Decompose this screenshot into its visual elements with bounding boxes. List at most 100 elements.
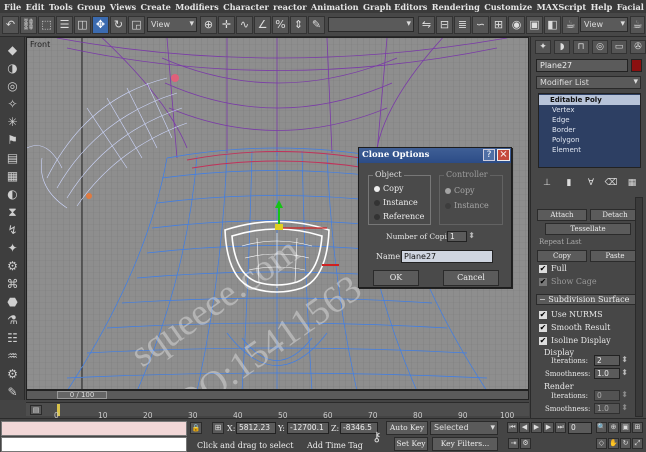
helper-icon[interactable]: ✳ <box>4 115 21 129</box>
rotate-icon[interactable]: ↻ <box>110 16 127 34</box>
layer-manager-icon[interactable]: ≣ <box>454 16 471 34</box>
add-time-tag[interactable]: Add Time Tag <box>307 441 363 450</box>
render-type-dropdown[interactable]: View <box>580 17 628 32</box>
zoom-all-icon[interactable]: ⊕ <box>608 422 619 433</box>
zoom-extents-all-icon[interactable]: ⊞ <box>632 422 643 433</box>
menu-views[interactable]: Views <box>110 2 136 12</box>
subdivision-surface-rollout[interactable]: − Subdivision Surface <box>536 294 640 305</box>
systems-icon[interactable]: ▤ <box>4 151 21 165</box>
iterations-spinner[interactable]: 2 <box>594 355 628 366</box>
menu-graph-editors[interactable]: Graph Editors <box>363 2 427 12</box>
spacewarp-icon[interactable]: ⚑ <box>4 133 21 147</box>
schematic-view-icon[interactable]: ⊞ <box>490 16 507 34</box>
stack-editable-poly[interactable]: Editable Poly <box>539 95 640 105</box>
reactor-analyze-icon[interactable]: ☷ <box>4 331 21 345</box>
previous-frame-icon[interactable]: ◀ <box>519 422 530 433</box>
maxscript-listener-input[interactable] <box>1 421 187 436</box>
create-tab-icon[interactable]: ✦ <box>535 40 551 54</box>
select-region-icon[interactable]: ◫ <box>74 16 91 34</box>
configure-sets-icon[interactable]: ▦ <box>624 177 640 191</box>
object-color-swatch[interactable] <box>631 59 642 72</box>
menu-group[interactable]: Group <box>77 2 105 12</box>
time-slider[interactable]: 0 / 100 <box>26 390 529 400</box>
number-of-copies-spinner[interactable]: 1 <box>447 231 475 242</box>
use-nurms-checkbox[interactable]: ✔ Use NURMS <box>539 310 603 319</box>
maxscript-listener-output[interactable] <box>1 437 187 452</box>
spinner-snap-icon[interactable]: ⇕ <box>290 16 307 34</box>
menu-character[interactable]: Character <box>223 2 269 12</box>
named-selection-sets-dropdown[interactable] <box>328 17 414 32</box>
pin-stack-icon[interactable]: ⊥ <box>539 177 555 191</box>
smoothness-spinner[interactable]: 1.0 <box>594 368 628 379</box>
stack-vertex[interactable]: Vertex <box>539 105 640 115</box>
lock-selection-icon[interactable]: 🔒 <box>190 422 202 434</box>
key-selection-dropdown[interactable]: Selected <box>430 421 498 435</box>
select-by-name-icon[interactable]: ☰ <box>56 16 73 34</box>
create-camera-icon[interactable]: ✧ <box>4 97 21 111</box>
reactor-box-icon[interactable]: ▦ <box>4 169 21 183</box>
zoom-icon[interactable]: 🔍 <box>596 422 607 433</box>
stack-element[interactable]: Element <box>539 145 640 155</box>
reference-coord-dropdown[interactable]: View <box>147 17 197 32</box>
motion-tab-icon[interactable]: ◎ <box>592 40 608 54</box>
show-end-result-icon[interactable]: ▮ <box>561 177 577 191</box>
modifier-list-dropdown[interactable]: Modifier List <box>536 76 641 89</box>
go-to-end-icon[interactable]: ⏭ <box>555 422 566 433</box>
full-checkbox[interactable]: ✔ Full <box>539 264 567 273</box>
key-mode-icon[interactable]: ⇥ <box>508 438 519 449</box>
make-unique-icon[interactable]: ∀ <box>583 177 599 191</box>
mirror-icon[interactable]: ⇋ <box>418 16 435 34</box>
render-frame-icon[interactable]: ◧ <box>544 16 561 34</box>
isoline-display-checkbox[interactable]: ✔ Isoline Display <box>539 336 611 345</box>
attach-button[interactable]: Attach <box>537 209 587 221</box>
reactor-motor-icon[interactable]: ⚗ <box>4 313 21 327</box>
display-tab-icon[interactable]: ▭ <box>611 40 627 54</box>
radio-instance[interactable]: Instance <box>374 198 418 207</box>
reactor-toy-car-icon[interactable]: ⬣ <box>4 295 21 309</box>
clone-name-field[interactable]: Plane27 <box>401 250 493 263</box>
percent-snap-icon[interactable]: % <box>272 16 289 34</box>
reactor-rope-icon[interactable]: ⧗ <box>4 205 21 219</box>
viewport-label[interactable]: Front <box>30 40 50 49</box>
open-mini-curve-editor-icon[interactable]: ▤ <box>30 405 42 415</box>
scale-icon[interactable]: ◲ <box>128 16 145 34</box>
menu-rendering[interactable]: Rendering <box>432 2 480 12</box>
align-icon[interactable]: ⊟ <box>436 16 453 34</box>
menu-tools[interactable]: Tools <box>49 2 73 12</box>
radio-reference[interactable]: Reference <box>374 212 424 221</box>
reactor-preview-icon[interactable]: ♒ <box>4 349 21 363</box>
absolute-mode-icon[interactable]: ⊞ <box>212 422 224 434</box>
render-setup-icon[interactable]: ▣ <box>526 16 543 34</box>
menu-customize[interactable]: Customize <box>484 2 532 12</box>
snap-3d-icon[interactable]: ∿ <box>236 16 253 34</box>
zoom-extents-icon[interactable]: ▣ <box>620 422 631 433</box>
move-icon[interactable]: ✥ <box>92 16 109 34</box>
utilities-tab-icon[interactable]: ✇ <box>630 40 646 54</box>
copy-button[interactable]: Copy <box>537 250 587 262</box>
select-manipulate-icon[interactable]: ✛ <box>218 16 235 34</box>
undo-icon[interactable]: ↶ <box>2 16 19 34</box>
stack-polygon[interactable]: Polygon <box>539 135 640 145</box>
smooth-result-checkbox[interactable]: ✔ Smooth Result <box>539 323 610 332</box>
select-object-icon[interactable]: ⬚ <box>38 16 55 34</box>
reactor-water-icon[interactable]: ⚙ <box>4 259 21 273</box>
stack-border[interactable]: Border <box>539 125 640 135</box>
menu-animation[interactable]: Animation <box>311 2 359 12</box>
go-to-start-icon[interactable]: ⏮ <box>507 422 518 433</box>
field-of-view-icon[interactable]: ◇ <box>596 438 607 449</box>
radio-copy[interactable]: Copy <box>374 184 404 193</box>
cancel-button[interactable]: Cancel <box>443 270 499 286</box>
key-filters-button[interactable]: Key Filters... <box>432 437 498 451</box>
render-last-icon[interactable]: ☕ <box>630 16 645 34</box>
time-slider-handle[interactable]: 0 / 100 <box>57 391 107 399</box>
menu-modifiers[interactable]: Modifiers <box>175 2 218 12</box>
create-shape-icon[interactable]: ◑ <box>4 61 21 75</box>
reactor-cloth-icon[interactable]: ◐ <box>4 187 21 201</box>
y-coordinate-field[interactable]: -12700.1 <box>287 422 329 434</box>
set-key-button[interactable]: Set Key <box>394 437 428 451</box>
angle-snap-icon[interactable]: ∠ <box>254 16 271 34</box>
object-name-field[interactable]: Plane27 <box>536 59 628 72</box>
edit-named-selection-icon[interactable]: ✎ <box>308 16 325 34</box>
menu-edit[interactable]: Edit <box>26 2 45 12</box>
x-coordinate-field[interactable]: 5812.23 <box>236 422 276 434</box>
